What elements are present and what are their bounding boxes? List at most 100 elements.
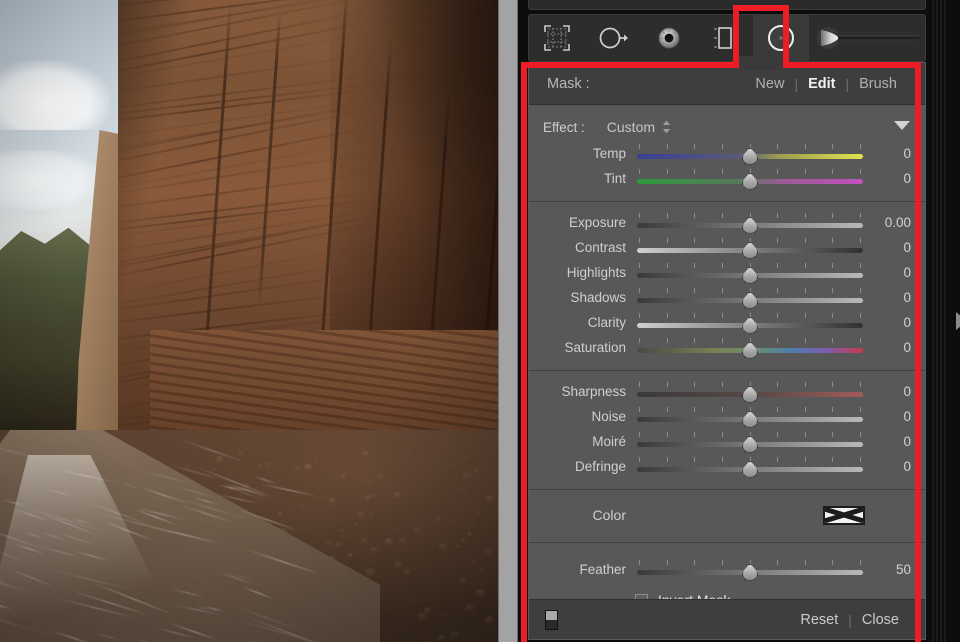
tone-section: Exposure 0.00 Contrast 0 Highlights 0 Shadows 0… (529, 202, 925, 371)
detail-section: Sharpness 0 Noise 0 Moiré 0 Defringe 0 (529, 371, 925, 490)
slider-clarity[interactable] (637, 312, 863, 334)
slider-row-highlights: Highlights 0 (529, 260, 925, 285)
photo-preview[interactable] (0, 0, 498, 642)
slider-label-exposure: Exposure (543, 215, 637, 230)
lightroom-window: Mask : New | Edit | Brush Effect : Custo… (0, 0, 960, 642)
brush-icon (815, 24, 923, 52)
panel-section-above[interactable] (528, 0, 926, 10)
effect-row: Effect : Custom (529, 113, 925, 141)
canyon-photo (0, 0, 498, 642)
radial-filter-icon (765, 22, 797, 54)
slider-label-clarity: Clarity (543, 315, 637, 330)
slider-thumb-clarity[interactable] (742, 317, 758, 334)
slider-thumb-sharpness[interactable] (742, 386, 758, 403)
slider-value-saturation[interactable]: 0 (863, 340, 911, 355)
slider-thumb-moir-[interactable] (742, 436, 758, 453)
slider-row-noise: Noise 0 (529, 404, 925, 429)
no-color-swatch-icon[interactable] (823, 506, 865, 525)
red-eye-correction-tool[interactable] (641, 15, 697, 61)
slider-thumb-temp[interactable] (742, 148, 758, 165)
slider-value-contrast[interactable]: 0 (863, 240, 911, 255)
slider-row-defringe: Defringe 0 (529, 454, 925, 479)
tone-sliders: Exposure 0.00 Contrast 0 Highlights 0 Shadows 0… (529, 210, 925, 360)
triangle-right-icon[interactable] (956, 312, 960, 330)
mask-mode-brush[interactable]: Brush (849, 76, 907, 92)
red-eye-icon (654, 23, 684, 53)
local-adjustment-toolbar (528, 14, 926, 62)
slider-highlights[interactable] (637, 262, 863, 284)
adjustment-brush-tool[interactable] (809, 15, 923, 61)
slider-saturation[interactable] (637, 337, 863, 359)
slider-value-defringe[interactable]: 0 (863, 459, 911, 474)
slider-row-temp: Temp 0 (529, 141, 925, 166)
slider-value-clarity[interactable]: 0 (863, 315, 911, 330)
panel-scrollbar[interactable] (932, 0, 946, 642)
color-row: Color (529, 498, 925, 532)
slider-value-moir-[interactable]: 0 (863, 434, 911, 449)
slider-row-exposure: Exposure 0.00 (529, 210, 925, 235)
slider-sharpness[interactable] (637, 381, 863, 403)
panel-footer: Reset | Close (529, 599, 925, 639)
reset-button[interactable]: Reset (790, 612, 848, 628)
slider-label-highlights: Highlights (543, 265, 637, 280)
slider-temp[interactable] (637, 143, 863, 165)
slider-row-feather: Feather 50 (529, 557, 925, 582)
slider-exposure[interactable] (637, 212, 863, 234)
slider-value-feather[interactable]: 50 (863, 562, 911, 577)
slider-row-moir-: Moiré 0 (529, 429, 925, 454)
crop-icon (542, 23, 572, 53)
slider-label-feather: Feather (543, 562, 637, 577)
spot-removal-icon (597, 23, 629, 53)
slider-thumb-saturation[interactable] (742, 342, 758, 359)
slider-defringe[interactable] (637, 456, 863, 478)
color-section: Color (529, 490, 925, 543)
slider-thumb-defringe[interactable] (742, 461, 758, 478)
slider-thumb-highlights[interactable] (742, 267, 758, 284)
slider-contrast[interactable] (637, 237, 863, 259)
slider-thumb-shadows[interactable] (742, 292, 758, 309)
radial-filter-tool[interactable] (753, 15, 809, 61)
slider-value-tint[interactable]: 0 (863, 171, 911, 186)
radial-filter-mask-panel: Mask : New | Edit | Brush Effect : Custo… (528, 62, 926, 640)
slider-thumb-contrast[interactable] (742, 242, 758, 259)
spot-removal-tool[interactable] (585, 15, 641, 61)
graduated-filter-tool[interactable] (697, 15, 753, 61)
mask-mode-edit[interactable]: Edit (798, 76, 845, 92)
slider-thumb-tint[interactable] (742, 173, 758, 190)
close-button[interactable]: Close (852, 612, 909, 628)
mask-label: Mask : (547, 76, 590, 92)
slider-tint[interactable] (637, 168, 863, 190)
slider-moir-[interactable] (637, 431, 863, 453)
detail-sliders: Sharpness 0 Noise 0 Moiré 0 Defringe 0 (529, 379, 925, 479)
white-balance-sliders: Temp 0 Tint 0 (529, 141, 925, 191)
triangle-down-icon[interactable] (893, 118, 911, 136)
slider-thumb-noise[interactable] (742, 411, 758, 428)
slider-row-sharpness: Sharpness 0 (529, 379, 925, 404)
slider-value-sharpness[interactable]: 0 (863, 384, 911, 399)
pane-separator[interactable] (498, 0, 518, 642)
slider-row-clarity: Clarity 0 (529, 310, 925, 335)
highlight-notch-fill (739, 56, 783, 70)
slider-row-tint: Tint 0 (529, 166, 925, 191)
up-down-stepper-icon[interactable] (662, 120, 671, 134)
slider-feather[interactable] (637, 559, 863, 581)
effect-preset-value[interactable]: Custom (607, 119, 655, 135)
mask-mode-group: New | Edit | Brush (745, 76, 907, 92)
slider-value-highlights[interactable]: 0 (863, 265, 911, 280)
crop-overlay-tool[interactable] (529, 15, 585, 61)
slider-label-sharpness: Sharpness (543, 384, 637, 399)
slider-value-noise[interactable]: 0 (863, 409, 911, 424)
slider-label-shadows: Shadows (543, 290, 637, 305)
slider-label-noise: Noise (543, 409, 637, 424)
slider-shadows[interactable] (637, 287, 863, 309)
slider-value-shadows[interactable]: 0 (863, 290, 911, 305)
footer-actions: Reset | Close (790, 612, 909, 628)
slider-noise[interactable] (637, 406, 863, 428)
slider-label-temp: Temp (543, 146, 637, 161)
slider-value-exposure[interactable]: 0.00 (863, 215, 911, 230)
slider-value-temp[interactable]: 0 (863, 146, 911, 161)
slider-thumb-exposure[interactable] (742, 217, 758, 234)
panel-toggle-switch-icon[interactable] (545, 610, 558, 630)
slider-thumb-feather[interactable] (742, 564, 758, 581)
mask-mode-new[interactable]: New (745, 76, 794, 92)
